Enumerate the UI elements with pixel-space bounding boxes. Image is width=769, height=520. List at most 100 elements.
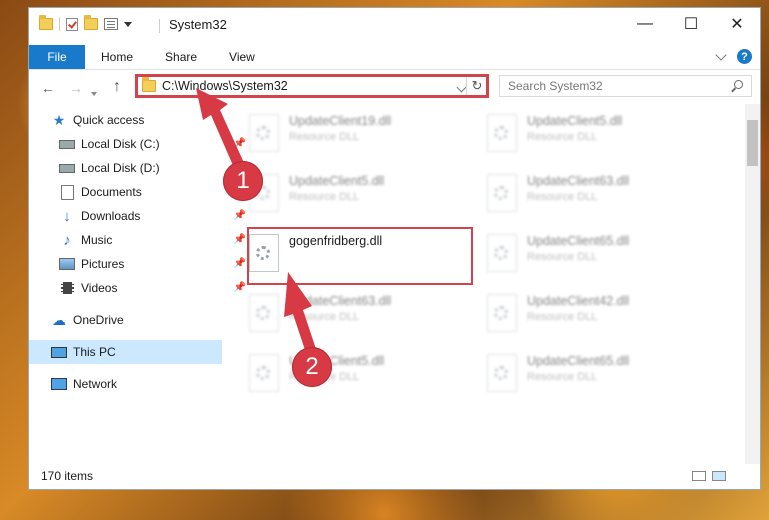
divider — [59, 17, 60, 31]
details-view-icon[interactable] — [692, 471, 706, 481]
sidebar-item-label: This PC — [73, 345, 116, 359]
sidebar-item-label: Documents — [81, 185, 142, 199]
expand-ribbon-icon[interactable] — [715, 48, 727, 61]
sidebar-item-downloads[interactable]: ↓ Downloads 📌 — [29, 204, 252, 228]
folder-icon — [39, 15, 53, 30]
search-input[interactable]: Search System32 — [499, 75, 752, 97]
properties-check-icon[interactable] — [66, 17, 78, 31]
file-highlight-box — [247, 227, 473, 285]
file-name: UpdateClient42.dll — [527, 294, 630, 308]
back-arrow-icon[interactable]: ← — [41, 80, 55, 96]
sidebar-item-documents[interactable]: Documents 📌 — [29, 180, 252, 204]
sidebar-item-label: Pictures — [81, 257, 125, 271]
drive-icon — [59, 161, 75, 175]
sidebar-item-network[interactable]: Network — [29, 372, 244, 396]
title-bar: System32 — ☐ ✕ — [29, 8, 760, 45]
tab-home[interactable]: Home — [85, 45, 149, 69]
search-icon[interactable] — [734, 80, 743, 89]
file-item[interactable]: UpdateClient5.dll Resource DLL — [465, 110, 685, 158]
drive-icon — [59, 137, 75, 151]
vertical-scrollbar[interactable] — [745, 104, 760, 464]
scrollbar-thumb[interactable] — [747, 120, 758, 166]
dll-file-icon — [249, 114, 279, 152]
sidebar-item-local-disk-d[interactable]: Local Disk (D:) 📌 — [29, 156, 252, 180]
sidebar-item-label: Network — [73, 377, 118, 391]
dll-file-icon — [487, 234, 517, 272]
navigation-bar: ← → ↑ C:\Windows\System32 ↻ Search Syste… — [29, 70, 760, 104]
download-icon: ↓ — [63, 207, 71, 225]
up-arrow-icon[interactable]: ↑ — [113, 78, 121, 96]
file-type: Resource DLL — [289, 131, 360, 143]
documents-icon — [59, 184, 75, 200]
close-button[interactable]: ✕ — [714, 8, 760, 40]
file-type: Resource DLL — [527, 371, 598, 383]
file-name: UpdateClient65.dll — [527, 234, 630, 248]
file-item[interactable]: UpdateClient42.dll Resource DLL — [465, 290, 685, 338]
sidebar-item-music[interactable]: ♪ Music 📌 — [29, 228, 252, 252]
large-icons-view-icon[interactable] — [712, 471, 726, 481]
file-item[interactable]: UpdateClient19.dll Resource DLL — [227, 110, 447, 158]
status-bar: 170 items — [29, 463, 760, 489]
file-name: UpdateClient65.dll — [527, 354, 630, 368]
file-item[interactable]: UpdateClient63.dll Resource DLL — [227, 290, 447, 338]
file-name: UpdateClient19.dll — [289, 114, 392, 128]
file-item[interactable]: UpdateClient63.dll Resource DLL — [465, 170, 685, 218]
item-count: 170 items — [41, 469, 94, 483]
tab-file[interactable]: File — [29, 45, 85, 69]
file-type: Resource DLL — [527, 251, 598, 263]
help-icon[interactable]: ? — [737, 49, 752, 64]
minimize-button[interactable]: — — [622, 8, 668, 40]
sidebar-item-label: Quick access — [73, 113, 145, 127]
sidebar-item-label: OneDrive — [73, 313, 124, 327]
address-highlight-box — [135, 74, 489, 98]
music-icon: ♪ — [63, 231, 71, 249]
videos-icon — [59, 281, 75, 295]
sidebar-item-quick-access[interactable]: ★ Quick access — [29, 108, 244, 132]
sidebar-item-videos[interactable]: Videos 📌 — [29, 276, 252, 300]
tab-view[interactable]: View — [213, 45, 271, 69]
file-type: Resource DLL — [289, 191, 360, 203]
navigation-pane: ★ Quick access Local Disk (C:) 📌 Local D… — [29, 104, 246, 464]
file-name: UpdateClient63.dll — [289, 294, 392, 308]
file-type: Resource DLL — [289, 311, 360, 323]
file-item[interactable]: UpdateClient65.dll Resource DLL — [465, 350, 685, 398]
file-name: UpdateClient5.dll — [527, 114, 623, 128]
sidebar-item-label: Videos — [81, 281, 118, 295]
sidebar-item-label: Local Disk (C:) — [81, 137, 160, 151]
dll-file-icon — [487, 114, 517, 152]
file-item[interactable]: UpdateClient65.dll Resource DLL — [465, 230, 685, 278]
dll-file-icon — [249, 294, 279, 332]
quick-access-toolbar — [39, 15, 132, 31]
file-name: UpdateClient63.dll — [527, 174, 630, 188]
file-item[interactable]: UpdateClient5.dllResource DLL — [227, 350, 447, 398]
sidebar-item-onedrive[interactable]: ☁ OneDrive — [29, 308, 244, 332]
sidebar-item-local-disk-c[interactable]: Local Disk (C:) 📌 — [29, 132, 252, 156]
maximize-button[interactable]: ☐ — [668, 8, 714, 40]
new-folder-icon[interactable] — [84, 15, 98, 30]
file-type: Resource DLL — [527, 311, 598, 323]
star-icon: ★ — [52, 111, 66, 128]
file-type: Resource DLL — [527, 191, 598, 203]
tab-share[interactable]: Share — [149, 45, 213, 69]
sidebar-item-label: Downloads — [81, 209, 141, 223]
customize-icon[interactable] — [104, 18, 118, 30]
dll-file-icon — [487, 174, 517, 212]
window-title: System32 — [169, 17, 227, 32]
step-badge-2: 2 — [292, 347, 332, 387]
sidebar-item-pictures[interactable]: Pictures 📌 — [29, 252, 252, 276]
search-placeholder: Search System32 — [508, 79, 603, 93]
dll-file-icon — [487, 294, 517, 332]
cloud-icon: ☁ — [52, 311, 66, 328]
network-icon — [51, 377, 67, 391]
dll-file-icon — [487, 354, 517, 392]
pc-icon — [51, 345, 67, 359]
file-type: Resource DLL — [527, 131, 598, 143]
step-badge-1: 1 — [223, 161, 263, 201]
recent-locations-icon[interactable] — [91, 83, 97, 99]
forward-arrow-icon[interactable]: → — [69, 80, 83, 96]
chevron-down-icon[interactable] — [124, 21, 132, 27]
pictures-icon — [59, 257, 75, 271]
divider — [159, 19, 160, 33]
sidebar-item-this-pc[interactable]: This PC — [29, 340, 222, 364]
ribbon: File Home Share View ? — [29, 45, 760, 70]
